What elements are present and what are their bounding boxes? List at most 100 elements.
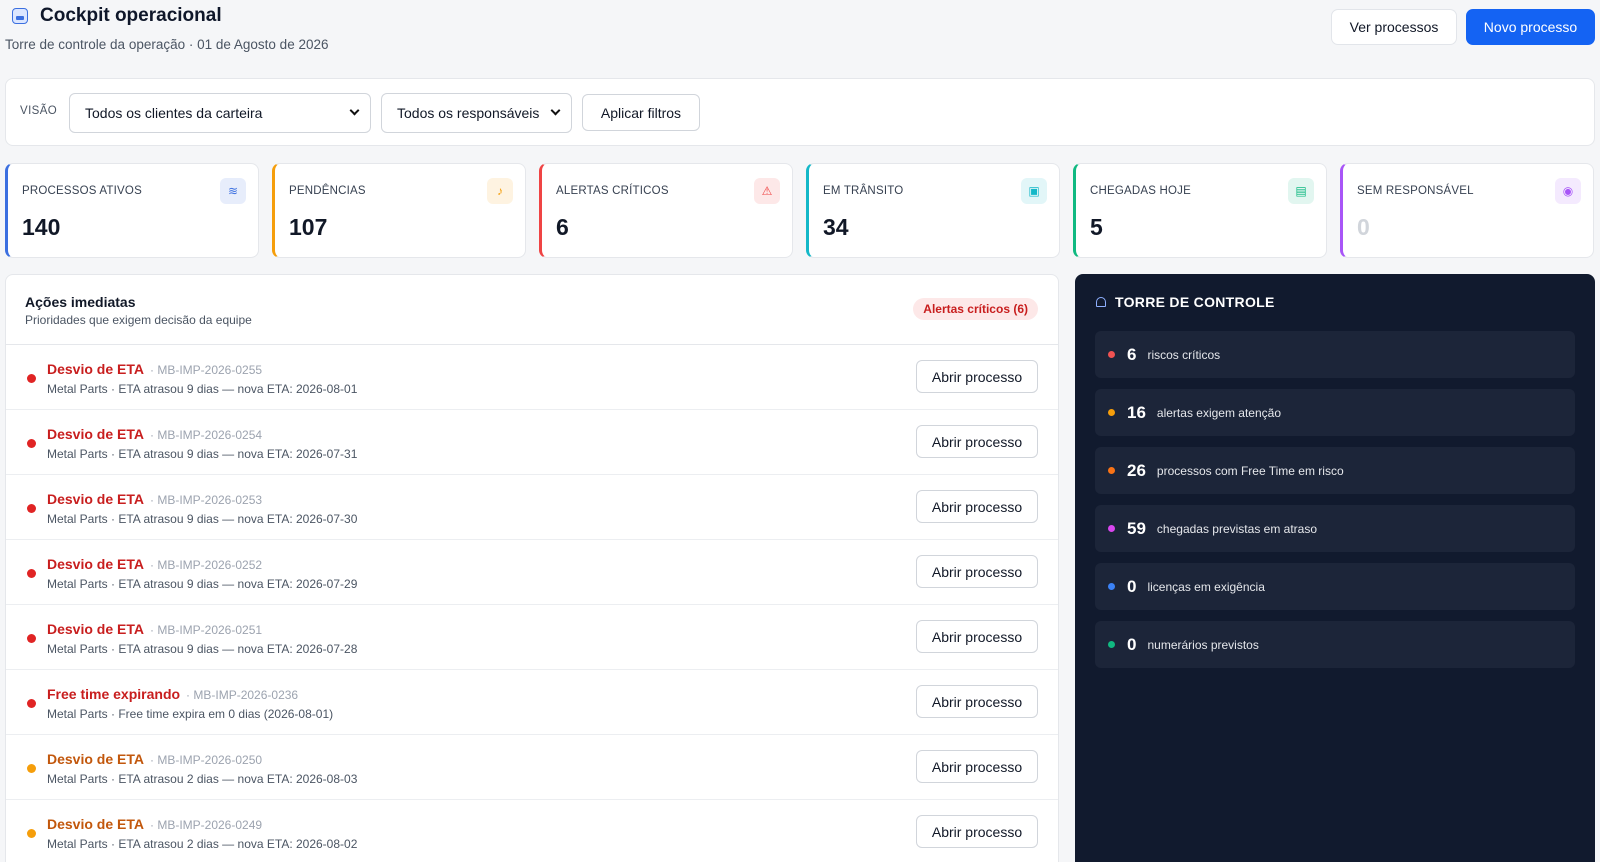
action-title: Desvio de ETA · MB-IMP-2026-0253 (47, 491, 262, 507)
kpi-card[interactable]: CHEGADAS HOJE 5 ▤ (1073, 163, 1327, 258)
owner-select[interactable]: Todos os responsáveis (381, 93, 572, 133)
severity-dot (27, 569, 36, 578)
control-tower-count: 26 (1127, 460, 1146, 480)
control-tower-label: alertas exigem atenção (1156, 405, 1281, 420)
control-tower-count: 59 (1127, 518, 1146, 538)
severity-dot (27, 829, 36, 838)
action-description: Metal Parts · ETA atrasou 9 dias — nova … (47, 642, 358, 656)
warning-icon: ⚠ (754, 178, 780, 204)
control-tower-item[interactable]: 26 processos com Free Time em risco (1095, 447, 1575, 494)
client-select[interactable]: Todos os clientes da carteira (69, 93, 371, 133)
action-title: Desvio de ETA · MB-IMP-2026-0249 (47, 816, 262, 832)
action-title-text: Free time expirando (47, 686, 181, 702)
kpi-card[interactable]: PENDÊNCIAS 107 ♪ (272, 163, 526, 258)
control-tower-header: TORRE DE CONTROLE (1095, 294, 1275, 310)
action-description: Metal Parts · ETA atrasou 2 dias — nova … (47, 837, 358, 851)
kpi-value: 6 (556, 214, 569, 240)
page-header: Cockpit operacional Torre de controle da… (0, 0, 1600, 70)
open-process-button[interactable]: Abrir processo (916, 685, 1038, 718)
action-row: Desvio de ETA · MB-IMP-2026-0250 Metal Par… (6, 735, 1058, 800)
kpi-card[interactable]: SEM RESPONSÁVEL 0 ◉ (1340, 163, 1594, 258)
action-title-text: Desvio de ETA (47, 361, 144, 377)
control-tower-label: riscos críticos (1147, 347, 1221, 362)
control-tower-item[interactable]: 0 numerários previstos (1095, 621, 1575, 668)
kpi-value: 140 (22, 214, 61, 240)
control-tower-count: 6 (1127, 344, 1137, 364)
action-description: Metal Parts · ETA atrasou 9 dias — nova … (47, 512, 358, 526)
open-process-button[interactable]: Abrir processo (916, 620, 1038, 653)
open-process-button[interactable]: Abrir processo (916, 750, 1038, 783)
action-title-text: Desvio de ETA (47, 751, 144, 767)
open-process-button[interactable]: Abrir processo (916, 490, 1038, 523)
action-row: Free time expirando · MB-IMP-2026-0236 Met… (6, 670, 1058, 735)
action-title: Desvio de ETA · MB-IMP-2026-0251 (47, 621, 262, 637)
severity-dot (27, 699, 36, 708)
bell-icon: ♪ (487, 178, 513, 204)
actions-header: Ações imediatas Prioridades que exigem d… (6, 275, 1058, 345)
severity-dot (27, 504, 36, 513)
open-process-button[interactable]: Abrir processo (916, 360, 1038, 393)
process-code: · MB-IMP-2026-0249 (150, 818, 263, 832)
control-tower-item[interactable]: 0 licenças em exigência (1095, 563, 1575, 610)
bell-icon (1095, 296, 1107, 308)
truck-icon: ▣ (1021, 178, 1047, 204)
process-code: · MB-IMP-2026-0250 (150, 753, 263, 767)
control-tower-item[interactable]: 59 chegadas previstas em atraso (1095, 505, 1575, 552)
action-title-text: Desvio de ETA (47, 491, 144, 507)
action-row: Desvio de ETA · MB-IMP-2026-0254 Metal Par… (6, 410, 1058, 475)
apply-filters-button[interactable]: Aplicar filtros (582, 94, 700, 131)
kpi-label: ALERTAS CRÍTICOS (556, 185, 669, 197)
process-code: · MB-IMP-2026-0251 (150, 623, 263, 637)
calendar-icon: ▤ (1288, 178, 1314, 204)
process-code: · MB-IMP-2026-0253 (150, 493, 263, 507)
action-title: Free time expirando · MB-IMP-2026-0236 (47, 686, 298, 702)
action-title-text: Desvio de ETA (47, 426, 144, 442)
chevron-down-icon (550, 105, 561, 116)
critical-alerts-badge[interactable]: Alertas críticos (6) (913, 298, 1038, 320)
action-row: Desvio de ETA · MB-IMP-2026-0255 Metal Par… (6, 345, 1058, 410)
control-tower-label: numerários previstos (1147, 637, 1259, 652)
severity-dot (27, 374, 36, 383)
severity-dot (27, 634, 36, 643)
filter-bar: VISÃO Todos os clientes da carteira Todo… (5, 78, 1595, 146)
view-processes-button[interactable]: Ver processos (1331, 9, 1457, 45)
status-dot (1108, 351, 1115, 358)
kpi-card[interactable]: ALERTAS CRÍTICOS 6 ⚠ (539, 163, 793, 258)
status-dot (1108, 583, 1115, 590)
control-tower-panel: TORRE DE CONTROLE 6 riscos críticos 16 aler… (1075, 274, 1595, 862)
action-title-text: Desvio de ETA (47, 556, 144, 572)
status-dot (1108, 409, 1115, 416)
kpi-label: PENDÊNCIAS (289, 185, 366, 197)
status-dot (1108, 641, 1115, 648)
dashboard-icon (12, 8, 28, 24)
action-row: Desvio de ETA · MB-IMP-2026-0253 Metal Par… (6, 475, 1058, 540)
action-description: Metal Parts · ETA atrasou 9 dias — nova … (47, 382, 358, 396)
process-code: · MB-IMP-2026-0236 (186, 688, 299, 702)
kpi-card[interactable]: EM TRÂNSITO 34 ▣ (806, 163, 1060, 258)
control-tower-label: chegadas previstas em atraso (1156, 521, 1318, 536)
control-tower-item[interactable]: 16 alertas exigem atenção (1095, 389, 1575, 436)
action-description: Metal Parts · ETA atrasou 9 dias — nova … (47, 577, 358, 591)
chevron-down-icon (349, 105, 360, 116)
action-title: Desvio de ETA · MB-IMP-2026-0254 (47, 426, 262, 442)
action-list: Desvio de ETA · MB-IMP-2026-0255 Metal Par… (6, 345, 1058, 862)
open-process-button[interactable]: Abrir processo (916, 555, 1038, 588)
kpi-label: SEM RESPONSÁVEL (1357, 185, 1474, 197)
actions-subtitle: Prioridades que exigem decisão da equipe (25, 313, 252, 327)
new-process-button[interactable]: Novo processo (1466, 9, 1595, 45)
open-process-button[interactable]: Abrir processo (916, 815, 1038, 848)
kpi-value: 34 (823, 214, 849, 240)
kpi-card[interactable]: PROCESSOS ATIVOS 140 ≋ (5, 163, 259, 258)
severity-dot (27, 439, 36, 448)
process-code: · MB-IMP-2026-0254 (150, 428, 263, 442)
control-tower-item[interactable]: 6 riscos críticos (1095, 331, 1575, 378)
kpi-label: PROCESSOS ATIVOS (22, 185, 142, 197)
control-tower-label: licenças em exigência (1147, 579, 1265, 594)
actions-title: Ações imediatas (25, 294, 136, 310)
kpi-label: EM TRÂNSITO (823, 185, 904, 197)
user-icon: ◉ (1555, 178, 1581, 204)
action-description: Metal Parts · Free time expira em 0 dias… (47, 707, 334, 721)
title-wrap: Cockpit operacional (12, 5, 222, 27)
open-process-button[interactable]: Abrir processo (916, 425, 1038, 458)
visao-label: VISÃO (20, 105, 58, 117)
